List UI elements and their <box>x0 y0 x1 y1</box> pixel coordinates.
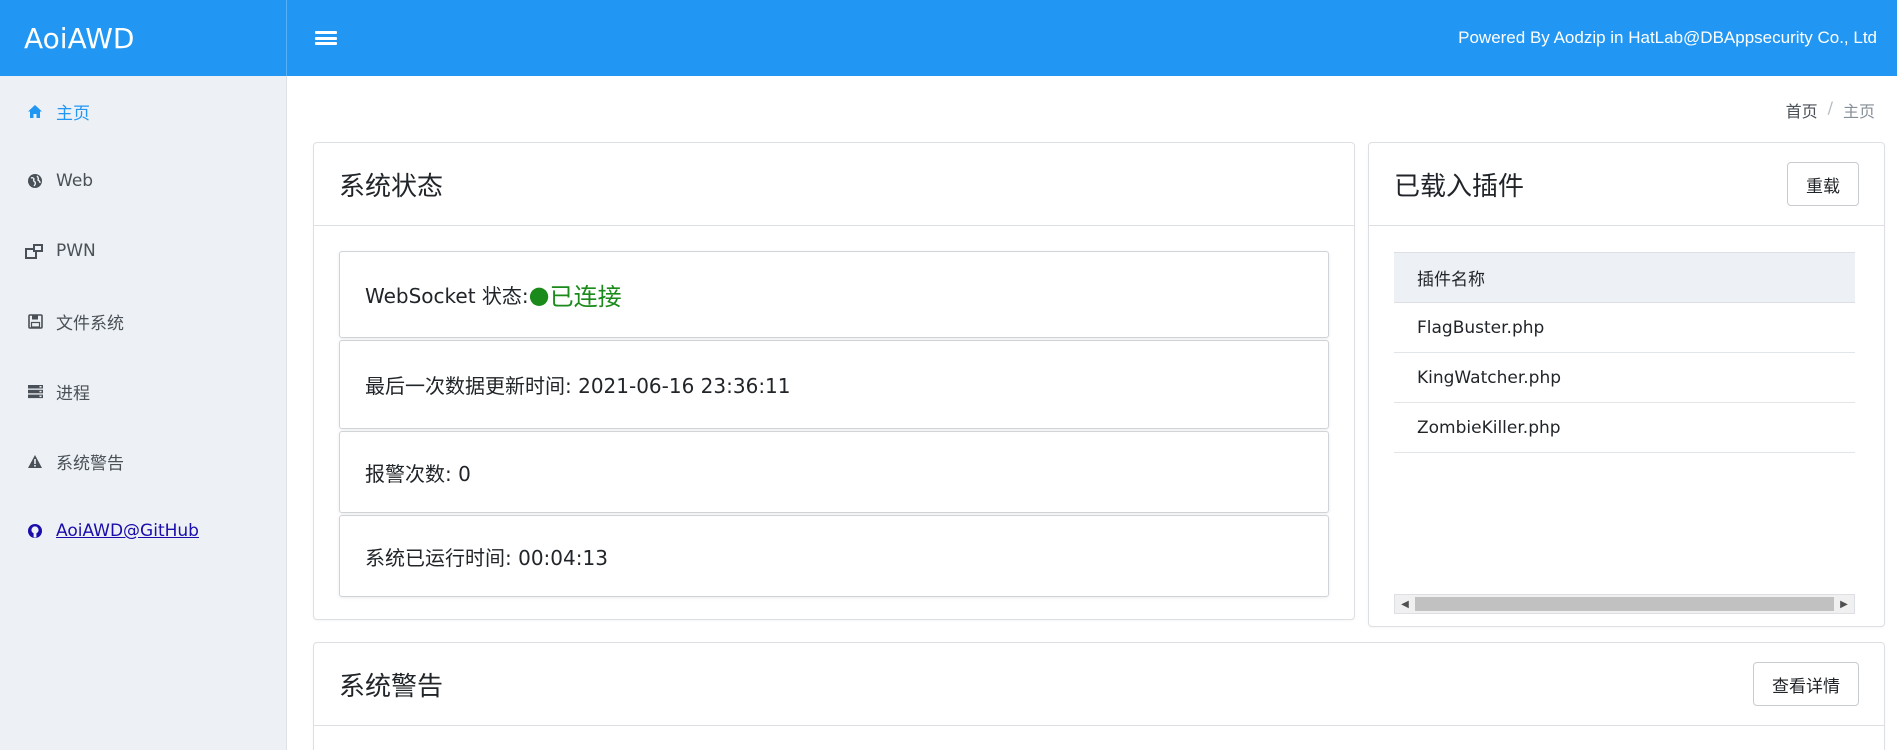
uptime-text: 系统已运行时间: 00:04:13 <box>365 545 608 570</box>
server-icon <box>24 381 46 401</box>
breadcrumb-separator: / <box>1827 98 1833 117</box>
sidebar-item-github[interactable]: AoiAWD@GitHub <box>0 496 286 566</box>
alert-count-row: 报警次数: 0 <box>339 431 1329 513</box>
sidebar-item-label: 系统警告 <box>56 453 124 474</box>
uptime-row: 系统已运行时间: 00:04:13 <box>339 515 1329 597</box>
websocket-status-row: WebSocket 状态: ● 已连接 <box>339 251 1329 338</box>
horizontal-scrollbar[interactable]: ◀ ▶ <box>1394 594 1855 614</box>
status-list: WebSocket 状态: ● 已连接 最后一次数据更新时间: 2021-06-… <box>314 226 1354 624</box>
breadcrumb: 首页 / 主页 <box>1786 98 1875 122</box>
breadcrumb-current: 主页 <box>1842 102 1875 121</box>
alert-count-text: 报警次数: 0 <box>365 461 471 486</box>
scroll-right-icon[interactable]: ▶ <box>1834 595 1854 613</box>
system-status-card: 系统状态 WebSocket 状态: ● 已连接 最后一次数据更新时间: 202… <box>313 142 1355 620</box>
powered-by-text: Powered By Aodzip in HatLab@DBAppsecurit… <box>1458 28 1877 47</box>
view-details-button[interactable]: 查看详情 <box>1753 662 1859 706</box>
brand-logo[interactable]: AoiAWD <box>0 0 287 76</box>
card-header: 系统警告 查看详情 <box>314 643 1884 726</box>
top-navbar: Powered By Aodzip in HatLab@DBAppsecurit… <box>287 0 1897 76</box>
sidebar-item-process[interactable]: 进程 <box>0 356 286 426</box>
scrollbar-thumb[interactable] <box>1415 597 1834 611</box>
plugin-name-cell: KingWatcher.php <box>1394 352 1855 403</box>
card-title: 系统状态 <box>339 171 444 202</box>
breadcrumb-home[interactable]: 首页 <box>1786 98 1818 122</box>
sidebar-item-label: Web <box>56 171 94 191</box>
home-icon <box>24 101 46 121</box>
windows-icon <box>24 241 46 261</box>
sidebar-item-filesystem[interactable]: 文件系统 <box>0 286 286 356</box>
scroll-left-icon[interactable]: ◀ <box>1395 595 1415 613</box>
plugins-table: 插件名称 FlagBuster.php KingWatcher.php Zomb… <box>1394 252 1855 453</box>
table-row: FlagBuster.php <box>1394 302 1855 353</box>
sidebar-item-web[interactable]: Web <box>0 146 286 216</box>
loaded-plugins-card: 已载入插件 重载 插件名称 FlagBuster.php KingWatcher… <box>1368 142 1885 627</box>
card-title: 已载入插件 <box>1394 171 1525 202</box>
sidebar-item-label: 主页 <box>56 103 90 124</box>
github-icon <box>24 521 46 541</box>
sidebar-item-label: PWN <box>56 241 96 261</box>
status-dot-icon: ● <box>528 280 550 309</box>
github-link[interactable]: AoiAWD@GitHub <box>56 521 199 541</box>
menu-toggle-icon[interactable] <box>315 29 337 47</box>
globe-icon <box>24 171 46 191</box>
table-row: ZombieKiller.php <box>1394 402 1855 453</box>
card-title: 系统警告 <box>339 671 444 702</box>
plugin-name-cell: ZombieKiller.php <box>1394 402 1855 453</box>
sidebar: 主页 Web PWN 文件系统 进程 系统警告 AoiAWD@GitHub <box>0 76 287 750</box>
sidebar-item-label: 进程 <box>56 383 90 404</box>
sidebar-item-alerts[interactable]: 系统警告 <box>0 426 286 496</box>
warning-icon <box>24 451 46 471</box>
websocket-status-value: 已连接 <box>549 283 622 311</box>
plugin-name-cell: FlagBuster.php <box>1394 302 1855 353</box>
last-update-text: 最后一次数据更新时间: 2021-06-16 23:36:11 <box>365 374 791 398</box>
column-header-plugin-name: 插件名称 <box>1394 252 1855 303</box>
floppy-icon <box>24 311 46 331</box>
table-row: KingWatcher.php <box>1394 352 1855 403</box>
last-update-row: 最后一次数据更新时间: 2021-06-16 23:36:11 <box>339 340 1329 429</box>
card-header: 系统状态 <box>314 143 1354 226</box>
card-header: 已载入插件 重载 <box>1369 143 1884 226</box>
sidebar-item-label: 文件系统 <box>56 313 124 334</box>
sidebar-item-pwn[interactable]: PWN <box>0 216 286 286</box>
reload-button[interactable]: 重载 <box>1787 162 1859 206</box>
websocket-label: WebSocket 状态: <box>365 284 529 308</box>
sidebar-item-home[interactable]: 主页 <box>0 76 286 146</box>
system-alerts-card: 系统警告 查看详情 <box>313 642 1885 750</box>
